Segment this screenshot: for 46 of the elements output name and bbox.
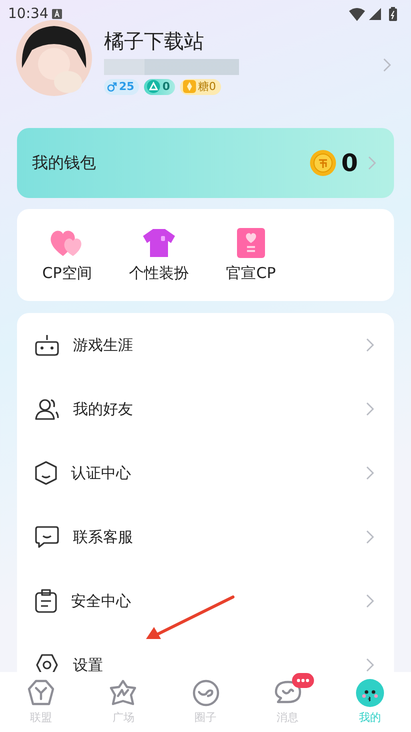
coin-balance: 0 <box>341 149 358 177</box>
wallet-card[interactable]: 我的钱包 0 <box>17 128 394 198</box>
chevron-right-icon <box>383 58 391 72</box>
shortcut-item[interactable]: 个性装扮 <box>113 209 205 301</box>
shortcut-item[interactable]: 官宣CP <box>205 209 297 301</box>
battery-icon <box>389 7 397 21</box>
shortcut-item[interactable]: CP空间 <box>21 209 113 301</box>
menu-item[interactable]: 安全中心 <box>17 569 394 633</box>
avatar[interactable] <box>16 20 92 96</box>
chevron-right-icon <box>366 402 374 416</box>
chat-icon <box>35 526 59 548</box>
friends-icon <box>35 398 59 420</box>
menu-item[interactable]: 认证中心 <box>17 441 394 505</box>
robot-icon <box>35 334 59 356</box>
coin-icon <box>309 149 338 177</box>
gender-badge: 25 <box>104 78 140 94</box>
circle-icon <box>192 679 220 707</box>
chevron-right-icon <box>366 338 374 352</box>
shield-icon <box>35 461 57 485</box>
level-badge: 0 <box>144 78 175 94</box>
chevron-right-icon <box>368 156 376 170</box>
signal-icon <box>369 8 381 20</box>
status-time: 10:34 <box>8 6 48 22</box>
candy-icon <box>182 80 196 93</box>
heart-card-icon <box>237 228 265 258</box>
star-wave-icon <box>109 679 138 707</box>
menu-item[interactable]: 游戏生涯 <box>17 313 394 377</box>
candy-badge: 糖0 <box>180 78 221 94</box>
chevron-right-icon <box>366 658 374 672</box>
alliance-icon <box>27 679 56 707</box>
smiley-icon <box>356 679 384 707</box>
male-icon <box>107 82 117 92</box>
menu-item[interactable]: 设置 <box>17 633 394 672</box>
wallet-label: 我的钱包 <box>32 152 97 174</box>
notification-icon <box>52 9 62 19</box>
chevron-right-icon <box>366 466 374 480</box>
user-name: 橘子下载站 <box>104 28 205 54</box>
wifi-icon <box>349 8 365 20</box>
chevron-right-icon <box>366 530 374 544</box>
menu-item[interactable]: 联系客服 <box>17 505 394 569</box>
menu-item[interactable]: 我的好友 <box>17 377 394 441</box>
chevron-right-icon <box>366 594 374 608</box>
shirt-icon <box>143 228 175 258</box>
settings-icon <box>35 653 59 672</box>
clipboard-icon <box>35 589 57 613</box>
triangle-icon <box>147 80 160 93</box>
